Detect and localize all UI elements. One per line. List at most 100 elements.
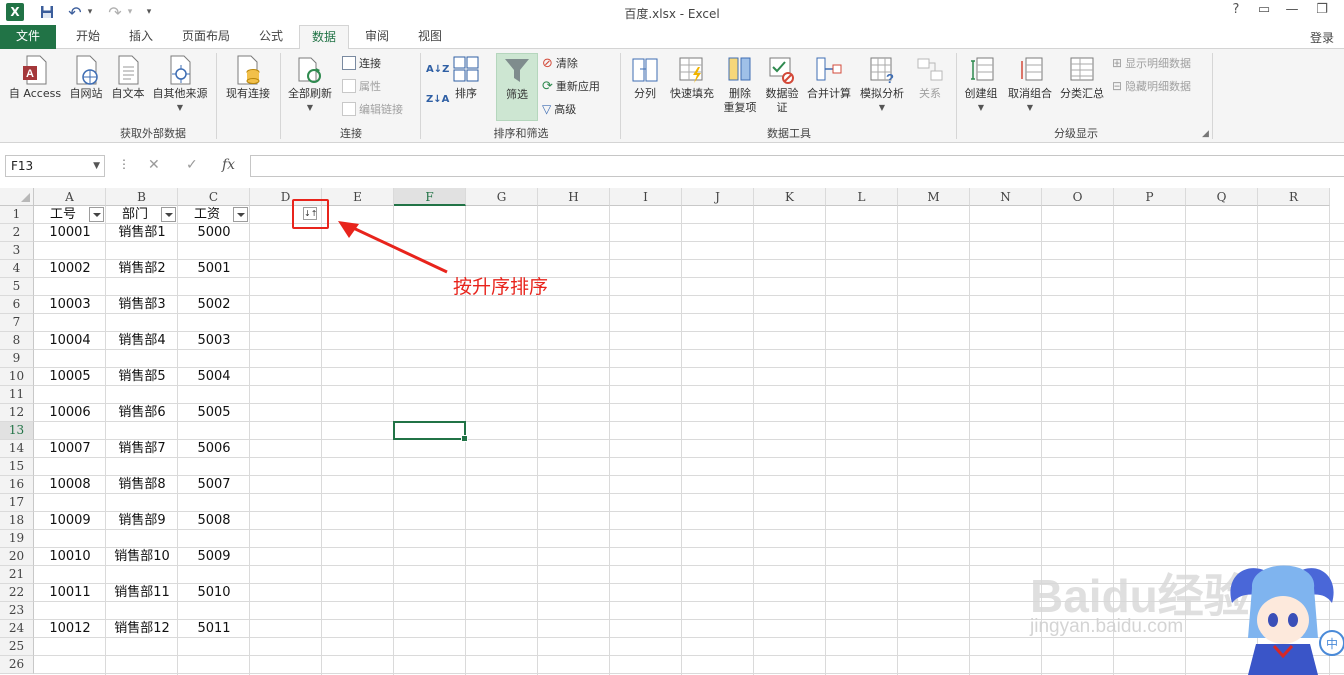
- filter-dropdown-icon[interactable]: [161, 207, 176, 222]
- sort-button[interactable]: 排序: [450, 55, 482, 101]
- tab-page-layout[interactable]: 页面布局: [172, 25, 240, 49]
- cell-salary[interactable]: 5004: [178, 368, 250, 386]
- cell-id[interactable]: 10006: [34, 404, 106, 422]
- cell-id[interactable]: 10007: [34, 440, 106, 458]
- cell-dept[interactable]: 销售部8: [106, 476, 178, 494]
- cell-salary[interactable]: 5010: [178, 584, 250, 602]
- cell-salary[interactable]: 5009: [178, 548, 250, 566]
- cell-dept[interactable]: 销售部1: [106, 224, 178, 242]
- row-header-2[interactable]: 2: [0, 224, 34, 242]
- column-header-n[interactable]: N: [970, 188, 1042, 206]
- row-header-3[interactable]: 3: [0, 242, 34, 260]
- ribbon-display-icon[interactable]: ▭: [1254, 2, 1274, 22]
- column-header-a[interactable]: A: [34, 188, 106, 206]
- cell-id[interactable]: 10011: [34, 584, 106, 602]
- sort-descending-button[interactable]: Z↓A: [426, 89, 449, 109]
- column-header-c[interactable]: C: [178, 188, 250, 206]
- row-header-10[interactable]: 10: [0, 368, 34, 386]
- row-header-12[interactable]: 12: [0, 404, 34, 422]
- insert-function-icon[interactable]: fx: [222, 157, 235, 173]
- column-header-r[interactable]: R: [1258, 188, 1330, 206]
- cell-dept[interactable]: 销售部3: [106, 296, 178, 314]
- row-header-25[interactable]: 25: [0, 638, 34, 656]
- column-header-i[interactable]: I: [610, 188, 682, 206]
- formula-input[interactable]: [250, 155, 1344, 177]
- row-header-19[interactable]: 19: [0, 530, 34, 548]
- worksheet-grid[interactable]: ABCDEFGHIJKLMNOPQR 1 2 3 4 5 6 7 8 9 10 11 12 13 14 15…: [0, 188, 1344, 675]
- sort-ascending-button[interactable]: A↓Z: [426, 59, 449, 79]
- row-header-8[interactable]: 8: [0, 332, 34, 350]
- help-icon[interactable]: ?: [1226, 2, 1246, 22]
- column-header-b[interactable]: B: [106, 188, 178, 206]
- tab-file[interactable]: 文件: [0, 25, 56, 49]
- cell-dept[interactable]: 销售部6: [106, 404, 178, 422]
- row-header-17[interactable]: 17: [0, 494, 34, 512]
- cell-dept[interactable]: 销售部4: [106, 332, 178, 350]
- cell-salary[interactable]: 5005: [178, 404, 250, 422]
- cell-dept[interactable]: 销售部11: [106, 584, 178, 602]
- tab-view[interactable]: 视图: [407, 25, 453, 49]
- consolidate-button[interactable]: 合并计算: [804, 55, 854, 101]
- data-validation-button[interactable]: 数据验 证: [762, 55, 802, 115]
- column-header-l[interactable]: L: [826, 188, 898, 206]
- cell-dept[interactable]: 销售部10: [106, 548, 178, 566]
- select-all-button[interactable]: [0, 188, 34, 206]
- cell-dept[interactable]: 销售部9: [106, 512, 178, 530]
- from-other-sources-button[interactable]: 自其他来源 ▼: [148, 55, 212, 115]
- subtotal-button[interactable]: 分类汇总: [1056, 55, 1108, 101]
- cell-id[interactable]: 10004: [34, 332, 106, 350]
- row-header-1[interactable]: 1: [0, 206, 34, 224]
- header-cell-id[interactable]: 工号: [34, 206, 92, 224]
- cell-salary[interactable]: 5000: [178, 224, 250, 242]
- enter-icon[interactable]: ✓: [186, 157, 198, 173]
- tab-data[interactable]: 数据: [299, 25, 349, 50]
- restore-icon[interactable]: ❐: [1312, 2, 1332, 22]
- cell-id[interactable]: 10010: [34, 548, 106, 566]
- row-header-26[interactable]: 26: [0, 656, 34, 674]
- cell-dept[interactable]: 销售部5: [106, 368, 178, 386]
- cell-id[interactable]: 10008: [34, 476, 106, 494]
- flash-fill-button[interactable]: 快速填充: [666, 55, 718, 101]
- cell-salary[interactable]: 5007: [178, 476, 250, 494]
- row-header-20[interactable]: 20: [0, 548, 34, 566]
- cell-id[interactable]: 10012: [34, 620, 106, 638]
- cell-id[interactable]: 10001: [34, 224, 106, 242]
- row-header-11[interactable]: 11: [0, 386, 34, 404]
- name-box[interactable]: F13 ▼: [5, 155, 105, 177]
- cell-id[interactable]: 10005: [34, 368, 106, 386]
- from-text-button[interactable]: 自文本: [108, 55, 148, 101]
- cell-dept[interactable]: 销售部7: [106, 440, 178, 458]
- row-header-9[interactable]: 9: [0, 350, 34, 368]
- cell-salary[interactable]: 5002: [178, 296, 250, 314]
- column-header-m[interactable]: M: [898, 188, 970, 206]
- active-cell-f13[interactable]: [393, 421, 468, 442]
- reapply-button[interactable]: ⟳ 重新应用: [542, 76, 600, 96]
- dialog-launcher-icon[interactable]: ◢: [1202, 129, 1209, 139]
- column-header-q[interactable]: Q: [1186, 188, 1258, 206]
- row-header-22[interactable]: 22: [0, 584, 34, 602]
- tab-insert[interactable]: 插入: [118, 25, 164, 49]
- header-cell-salary[interactable]: 工资: [178, 206, 236, 224]
- group-button[interactable]: 创建组 ▼: [960, 55, 1002, 115]
- column-header-f[interactable]: F: [394, 188, 466, 206]
- cell-dept[interactable]: 销售部12: [106, 620, 178, 638]
- what-if-analysis-button[interactable]: ? 模拟分析 ▼: [856, 55, 908, 115]
- column-header-o[interactable]: O: [1042, 188, 1114, 206]
- row-header-23[interactable]: 23: [0, 602, 34, 620]
- row-header-7[interactable]: 7: [0, 314, 34, 332]
- tab-home[interactable]: 开始: [64, 25, 112, 49]
- cell-dept[interactable]: 销售部2: [106, 260, 178, 278]
- existing-connections-button[interactable]: 现有连接: [220, 55, 276, 101]
- sort-asc-filter-icon[interactable]: ↓↑: [303, 207, 317, 220]
- row-header-4[interactable]: 4: [0, 260, 34, 278]
- cell-id[interactable]: 10009: [34, 512, 106, 530]
- row-header-13[interactable]: 13: [0, 422, 34, 440]
- row-header-24[interactable]: 24: [0, 620, 34, 638]
- connections-button[interactable]: 连接: [342, 53, 381, 73]
- tab-formulas[interactable]: 公式: [248, 25, 294, 49]
- cell-salary[interactable]: 5011: [178, 620, 250, 638]
- minimize-icon[interactable]: —: [1282, 2, 1302, 22]
- row-header-21[interactable]: 21: [0, 566, 34, 584]
- row-header-16[interactable]: 16: [0, 476, 34, 494]
- header-cell-dept[interactable]: 部门: [106, 206, 164, 224]
